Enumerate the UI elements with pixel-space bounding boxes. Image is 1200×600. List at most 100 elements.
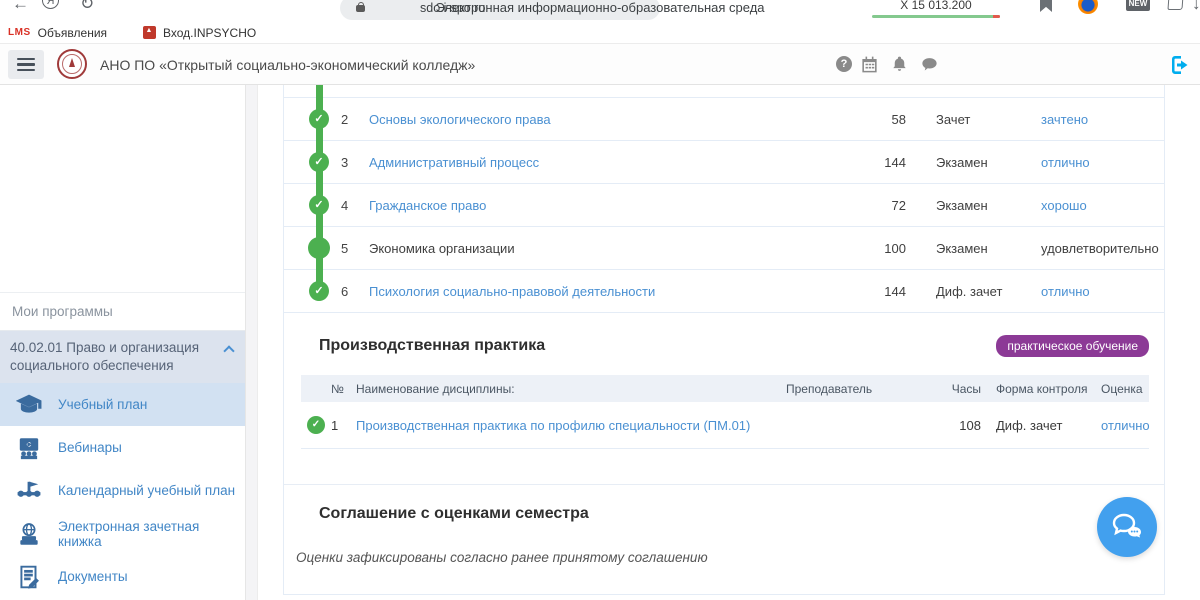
browser-menu-icon[interactable]: Я xyxy=(42,0,59,9)
status-check-icon: ✓ xyxy=(309,152,329,172)
college-logo xyxy=(57,49,87,79)
status-check-icon: ✓ xyxy=(307,416,325,434)
hours-value: 100 xyxy=(861,241,906,256)
extension-badge[interactable]: X 15 013.200 xyxy=(872,0,1000,12)
page-title: Электронная информационно-образовательна… xyxy=(420,0,780,15)
support-chat-button[interactable] xyxy=(1097,497,1157,557)
lock-icon xyxy=(356,5,365,12)
grade-link[interactable]: отлично xyxy=(1041,284,1090,299)
program-label: 40.02.01 Право и организация социального… xyxy=(10,340,199,373)
bookmark-announcements[interactable]: Объявления xyxy=(38,26,107,40)
globe-books-icon xyxy=(16,521,42,547)
reload-icon[interactable]: ↻ xyxy=(80,0,94,14)
status-dot-icon xyxy=(308,237,330,259)
hours-value: 72 xyxy=(861,198,906,213)
sidebar-item-label: Календарный учебный план xyxy=(58,483,235,498)
table-row: ✓ 3 Административный процесс 144 Экзамен… xyxy=(284,141,1164,184)
practice-title: Производственная практика xyxy=(319,337,545,355)
col-num: № xyxy=(331,382,356,396)
org-title: АНО ПО «Открытый социально-экономический… xyxy=(100,57,475,73)
sidebar-item-documents[interactable]: Документы xyxy=(0,555,245,598)
practice-course-link[interactable]: Производственная практика по профилю спе… xyxy=(356,418,750,433)
row-number: 5 xyxy=(341,241,369,256)
webinar-icon xyxy=(16,435,42,461)
row-number: 6 xyxy=(341,284,369,299)
agreement-note: Оценки зафиксированы согласно ранее прин… xyxy=(296,550,1164,565)
download-icon[interactable]: ↓ xyxy=(1192,0,1200,14)
menu-toggle-button[interactable] xyxy=(8,50,44,79)
bell-icon[interactable] xyxy=(890,55,909,74)
sidebar-scrollbar[interactable] xyxy=(246,85,258,600)
document-pen-icon xyxy=(16,564,42,590)
new-badge[interactable]: NEW xyxy=(1126,0,1150,11)
semester-table: ✓ 2 Основы экологического права 58 Зачет… xyxy=(284,85,1164,313)
help-icon[interactable]: ? xyxy=(836,56,852,72)
col-hours: Часы xyxy=(936,382,981,396)
bookmarks-bar: LMS Объявления Вход.INPSYCHO xyxy=(0,22,1200,44)
milestone-icon xyxy=(16,478,42,504)
main-content: ✓ 2 Основы экологического права 58 Зачет… xyxy=(258,85,1200,600)
sidebar-item-webinars[interactable]: Вебинары xyxy=(0,426,245,469)
control-form: Экзамен xyxy=(936,155,1041,170)
course-link[interactable]: Административный процесс xyxy=(369,155,539,170)
logout-icon[interactable] xyxy=(1168,53,1192,77)
sidebar: Мои программы 40.02.01 Право и организац… xyxy=(0,85,246,600)
study-plan-card: ✓ 2 Основы экологического права 58 Зачет… xyxy=(283,85,1165,595)
sidebar-item-label: Документы xyxy=(58,569,128,584)
screen: ← Я ↻ sdo.i-spo.ru Электронная информаци… xyxy=(0,0,1200,600)
back-icon[interactable]: ← xyxy=(12,0,29,14)
sidebar-item-label: Электронная зачетная книжка xyxy=(58,519,245,549)
grade-value: удовлетворительно xyxy=(1041,241,1159,256)
grade-link[interactable]: отлично xyxy=(1101,418,1150,433)
table-row: ✓ 2 Основы экологического права 58 Зачет… xyxy=(284,98,1164,141)
table-row: 5 Экономика организации 100 Экзамен удов… xyxy=(284,227,1164,270)
control-form: Диф. зачет xyxy=(936,284,1041,299)
grade-link[interactable]: хорошо xyxy=(1041,198,1087,213)
calendar-icon[interactable] xyxy=(860,55,879,74)
col-teacher: Преподаватель xyxy=(786,382,936,396)
hours-value: 58 xyxy=(861,112,906,127)
status-check-icon: ✓ xyxy=(309,281,329,301)
col-form: Форма контроля xyxy=(996,382,1101,396)
sidebar-program[interactable]: 40.02.01 Право и организация социального… xyxy=(0,331,245,383)
sidebar-item-calendar-plan[interactable]: Календарный учебный план xyxy=(0,469,245,512)
sidebar-item-label: Вебинары xyxy=(58,440,122,455)
practice-row: ✓ 1 Производственная практика по профилю… xyxy=(301,402,1149,449)
agreement-title: Соглашение с оценками семестра xyxy=(319,505,1149,523)
course-name: Экономика организации xyxy=(369,241,515,256)
chat-bubbles-icon xyxy=(1110,511,1144,543)
course-link[interactable]: Основы экологического права xyxy=(369,112,551,127)
table-row-partial xyxy=(284,85,1164,98)
sidebar-section-title: Мои программы xyxy=(0,293,245,331)
col-grade: Оценка xyxy=(1101,382,1149,396)
extension-underline xyxy=(872,15,1000,18)
status-check-icon: ✓ xyxy=(309,195,329,215)
course-link[interactable]: Гражданское право xyxy=(369,198,486,213)
row-number: 1 xyxy=(331,418,356,433)
agreement-section: Соглашение с оценками семестра Оценки за… xyxy=(284,484,1164,565)
control-form: Диф. зачет xyxy=(996,418,1101,433)
hours-value: 108 xyxy=(936,418,981,433)
sidebar-spacer xyxy=(0,85,245,293)
bookmark-icon[interactable] xyxy=(1040,0,1052,12)
practice-table: № Наименование дисциплины: Преподаватель… xyxy=(301,375,1149,449)
row-number: 3 xyxy=(341,155,369,170)
grade-link[interactable]: зачтено xyxy=(1041,112,1088,127)
hours-value: 144 xyxy=(861,155,906,170)
sidebar-item-study-plan[interactable]: Учебный план xyxy=(0,383,245,426)
status-check-icon: ✓ xyxy=(309,109,329,129)
browser-logo-icon[interactable] xyxy=(1078,0,1098,14)
extension-icon[interactable] xyxy=(1167,0,1183,10)
table-row: ✓ 6 Психология социально-правовой деятел… xyxy=(284,270,1164,313)
course-link[interactable]: Психология социально-правовой деятельнос… xyxy=(369,284,655,299)
graduation-cap-icon xyxy=(16,392,42,418)
lms-favicon: LMS xyxy=(8,27,31,38)
control-form: Зачет xyxy=(936,112,1041,127)
app-header: АНО ПО «Открытый социально-экономический… xyxy=(0,44,1200,85)
chevron-up-icon xyxy=(223,345,234,356)
inpsycho-favicon xyxy=(143,26,156,39)
sidebar-item-gradebook[interactable]: Электронная зачетная книжка xyxy=(0,512,245,555)
bookmark-inpsycho[interactable]: Вход.INPSYCHO xyxy=(163,26,256,40)
grade-link[interactable]: отлично xyxy=(1041,155,1090,170)
chat-icon[interactable] xyxy=(920,55,939,74)
